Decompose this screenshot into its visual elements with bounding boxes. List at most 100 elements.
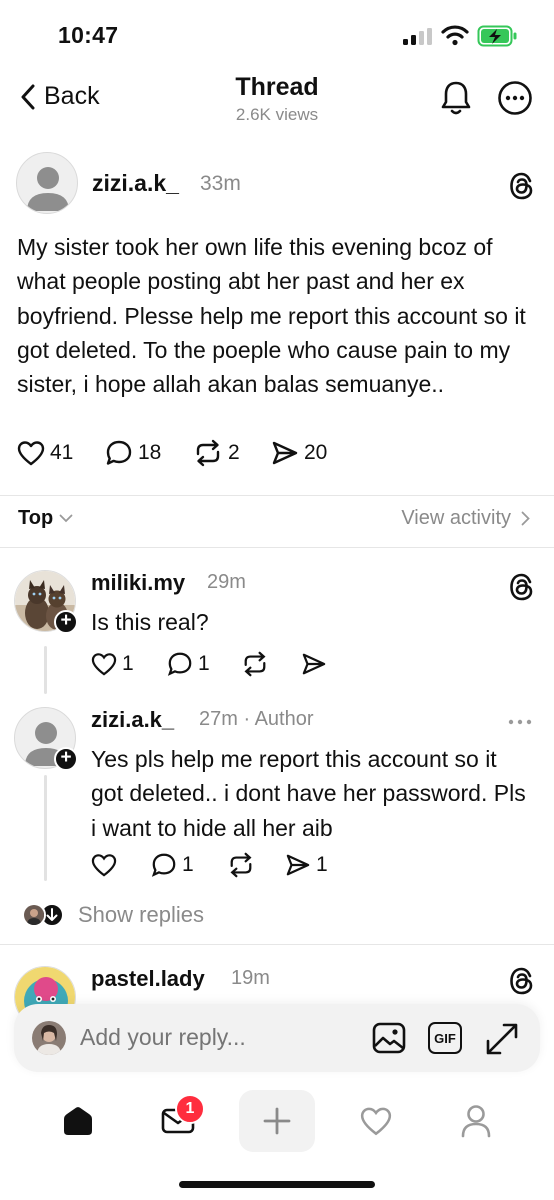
- comment-bubble-icon: [167, 652, 192, 676]
- thread-connector-line: [44, 775, 47, 881]
- like-count: 1: [122, 652, 134, 675]
- gif-label: GIF: [434, 1030, 456, 1046]
- heart-icon: [91, 653, 117, 676]
- image-icon: [372, 1022, 406, 1054]
- heart-icon: [17, 441, 45, 466]
- home-icon: [64, 1107, 92, 1135]
- like-button[interactable]: 41: [17, 440, 105, 466]
- reply-username[interactable]: miliki.my: [91, 570, 185, 596]
- repost-count: 2: [228, 441, 240, 464]
- chevron-right-icon: [521, 511, 530, 526]
- reply-username[interactable]: zizi.a.k_: [91, 707, 174, 733]
- profile-icon: [461, 1105, 491, 1138]
- comment-button[interactable]: 1: [151, 852, 227, 878]
- reply-username[interactable]: pastel.lady: [91, 966, 205, 992]
- repost-button[interactable]: 2: [193, 439, 271, 467]
- reply-time: 27m · Author: [199, 708, 314, 730]
- chevron-down-icon: [59, 514, 73, 523]
- show-replies-label: Show replies: [78, 902, 204, 927]
- post-username[interactable]: zizi.a.k_: [92, 170, 179, 197]
- heart-icon: [360, 1107, 392, 1136]
- wifi-icon: [441, 24, 469, 46]
- view-activity-link[interactable]: View activity: [401, 507, 530, 530]
- reply-actions: 1 1: [91, 651, 327, 677]
- ellipsis-icon: [508, 719, 532, 725]
- threads-logo-icon[interactable]: [509, 172, 535, 200]
- battery-charging-icon: [477, 25, 519, 47]
- comment-count: 1: [198, 652, 210, 675]
- more-options-button[interactable]: [497, 80, 533, 116]
- reply-time: 19m: [231, 967, 270, 989]
- notification-count-badge: 1: [175, 1094, 205, 1124]
- avatar[interactable]: [16, 152, 78, 214]
- composer-avatar: [32, 1021, 66, 1055]
- like-count: 41: [50, 441, 74, 464]
- comment-bubble-icon: [106, 440, 132, 465]
- share-button[interactable]: 20: [271, 440, 327, 466]
- show-replies-button[interactable]: Show replies: [22, 902, 204, 928]
- follow-plus-button[interactable]: +: [54, 610, 78, 634]
- repost-button[interactable]: [227, 852, 285, 878]
- reply-avatar[interactable]: +: [14, 570, 78, 634]
- divider: [0, 944, 554, 945]
- reply-time: 29m: [207, 571, 246, 593]
- post-actions: 41 18 2 20: [17, 439, 327, 467]
- comment-button[interactable]: 18: [105, 439, 193, 467]
- sort-bar: Top View activity: [0, 495, 554, 548]
- status-time: 10:47: [58, 22, 119, 48]
- repost-icon: [230, 852, 252, 878]
- comment-bubble-icon: [151, 853, 176, 877]
- ellipsis-circle-icon: [498, 81, 532, 115]
- reply-avatar[interactable]: +: [14, 707, 78, 771]
- thread-connector-line: [44, 646, 47, 694]
- like-button[interactable]: 1: [91, 652, 167, 676]
- reply-composer: GIF: [14, 1004, 540, 1072]
- expand-arrows-icon: [486, 1023, 518, 1055]
- send-icon: [302, 653, 326, 675]
- send-icon: [286, 854, 310, 876]
- follow-plus-button[interactable]: +: [54, 747, 78, 771]
- gif-icon: GIF: [428, 1022, 462, 1054]
- expand-button[interactable]: [485, 1022, 519, 1056]
- post-body: My sister took her own life this evening…: [17, 234, 526, 398]
- bottom-tab-bar: 1: [0, 1086, 554, 1156]
- reply-input[interactable]: [80, 1024, 360, 1051]
- gif-button[interactable]: GIF: [428, 1022, 462, 1054]
- share-count: 20: [304, 441, 328, 464]
- plus-icon: [263, 1107, 291, 1135]
- mini-avatar: [22, 903, 46, 927]
- image-attach-button[interactable]: [372, 1022, 406, 1054]
- tab-likes[interactable]: [338, 1090, 414, 1152]
- send-icon: [272, 441, 298, 465]
- share-count: 1: [316, 853, 328, 876]
- view-activity-label: View activity: [401, 507, 511, 529]
- notifications-bell-button[interactable]: [440, 80, 472, 116]
- heart-icon: [91, 854, 117, 877]
- post-time: 33m: [200, 172, 241, 195]
- home-indicator: [179, 1181, 375, 1188]
- header: Back Thread 2.6K views: [0, 60, 554, 140]
- sort-label: Top: [18, 507, 54, 529]
- like-button[interactable]: [91, 853, 151, 877]
- share-button[interactable]: [301, 652, 327, 676]
- reply-body: Yes pls help me report this account so i…: [91, 746, 526, 841]
- comment-button[interactable]: 1: [167, 651, 241, 677]
- tab-new-thread[interactable]: [239, 1090, 315, 1152]
- reply-more-button[interactable]: [508, 719, 532, 725]
- reply-actions: 1 1: [91, 852, 328, 878]
- tab-profile[interactable]: [438, 1090, 514, 1152]
- comment-count: 18: [138, 441, 162, 464]
- threads-logo-icon[interactable]: [509, 967, 535, 995]
- reply-body: Is this real?: [91, 609, 209, 635]
- share-button[interactable]: 1: [285, 853, 328, 877]
- threads-logo-icon[interactable]: [509, 573, 535, 601]
- repost-icon: [196, 439, 220, 467]
- repost-icon: [244, 651, 266, 677]
- sort-dropdown[interactable]: Top: [18, 507, 73, 530]
- tab-home[interactable]: [40, 1090, 116, 1152]
- repost-button[interactable]: [241, 651, 301, 677]
- comment-count: 1: [182, 853, 194, 876]
- bell-icon: [441, 81, 471, 115]
- status-bar: 10:47: [0, 0, 554, 60]
- cellular-signal-icon: [403, 28, 433, 45]
